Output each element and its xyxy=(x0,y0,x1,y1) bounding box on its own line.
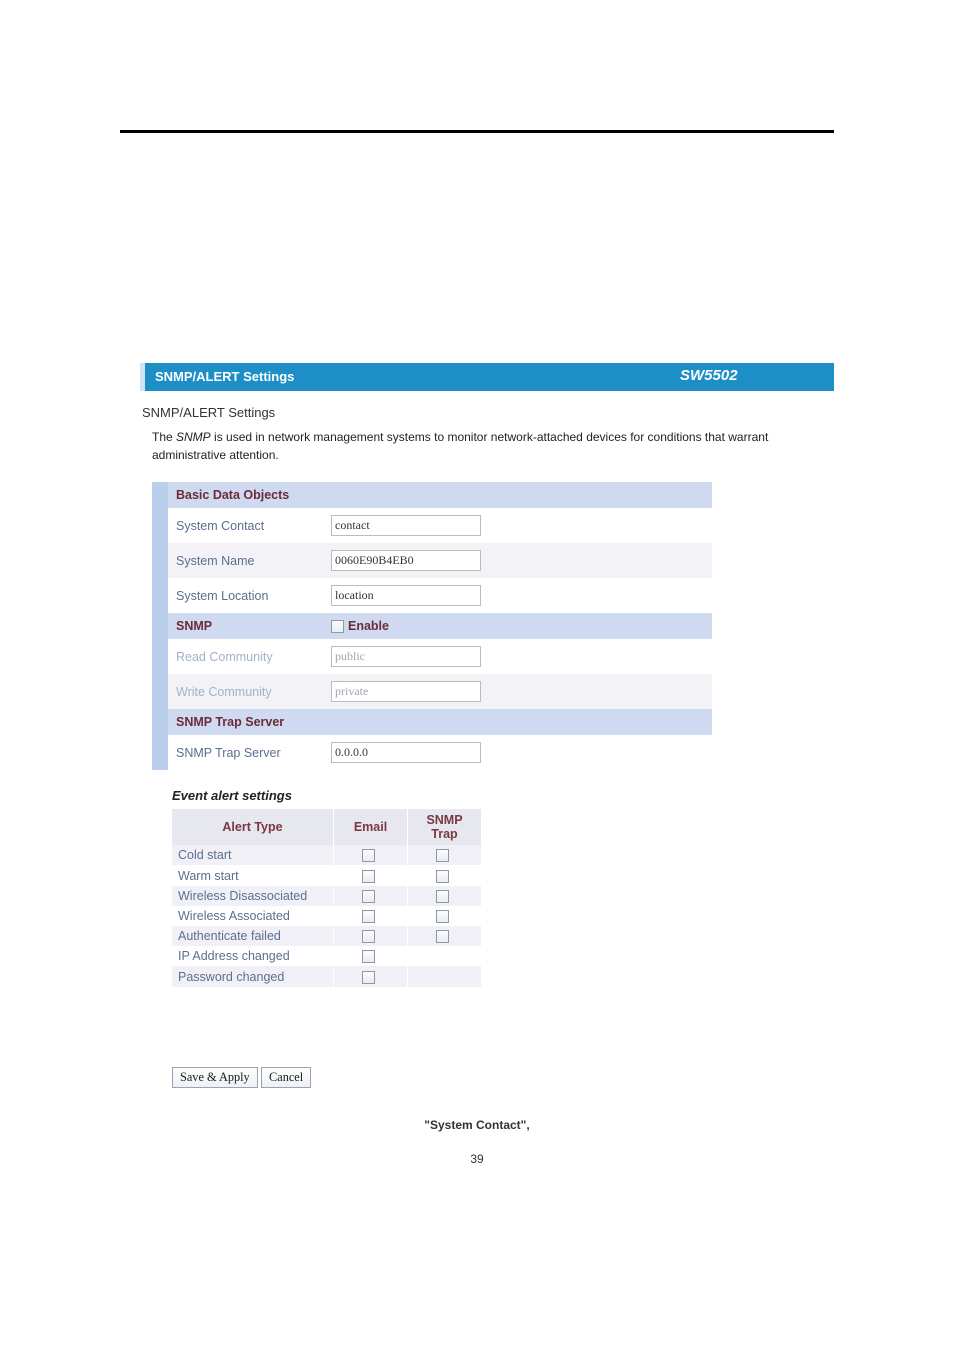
event-alert-table: Alert Type Email SNMP Trap Cold start Wa… xyxy=(172,809,482,986)
read-community-label: Read Community xyxy=(168,639,323,674)
event-row-label: Password changed xyxy=(172,966,334,986)
auth-failed-trap-checkbox[interactable] xyxy=(436,930,449,943)
section-heading: SNMP/ALERT Settings xyxy=(142,405,834,420)
auth-failed-email-checkbox[interactable] xyxy=(362,930,375,943)
save-apply-button[interactable]: Save & Apply xyxy=(172,1067,258,1088)
read-community-input[interactable] xyxy=(331,646,481,667)
wifi-disassoc-trap-checkbox[interactable] xyxy=(436,890,449,903)
trap-server-label: SNMP Trap Server xyxy=(168,735,323,770)
page-title: SNMP/ALERT Settings xyxy=(145,363,634,391)
warm-start-email-checkbox[interactable] xyxy=(362,870,375,883)
col-snmp-trap: SNMP Trap xyxy=(408,809,482,845)
cold-start-trap-checkbox[interactable] xyxy=(436,849,449,862)
snmp-enable-label: Enable xyxy=(348,619,389,633)
snmp-enable-cell: Enable xyxy=(323,613,712,639)
wifi-disassoc-email-checkbox[interactable] xyxy=(362,890,375,903)
basic-header: Basic Data Objects xyxy=(168,482,712,508)
system-name-label: System Name xyxy=(168,543,323,578)
desc-snmp-italic: SNMP xyxy=(176,430,211,444)
page-number: 39 xyxy=(0,1152,954,1166)
footer-bold-text: "System Contact", xyxy=(424,1118,529,1132)
desc-pre: The xyxy=(152,430,176,444)
desc-post: is used in network management systems to… xyxy=(152,430,768,462)
system-contact-label: System Contact xyxy=(168,508,323,543)
event-row-label: Warm start xyxy=(172,865,334,885)
event-row-label: Wireless Associated xyxy=(172,906,334,926)
trap-server-input[interactable] xyxy=(331,742,481,763)
settings-table: Basic Data Objects System Contact System… xyxy=(152,482,712,770)
col-email: Email xyxy=(334,809,408,845)
cancel-button[interactable]: Cancel xyxy=(261,1067,311,1088)
device-model: SW5502 xyxy=(634,363,834,391)
event-row-label: Cold start xyxy=(172,845,334,865)
pw-changed-email-checkbox[interactable] xyxy=(362,971,375,984)
write-community-label: Write Community xyxy=(168,674,323,709)
ip-changed-email-checkbox[interactable] xyxy=(362,950,375,963)
system-location-label: System Location xyxy=(168,578,323,613)
event-row-label: Authenticate failed xyxy=(172,926,334,946)
wifi-assoc-trap-checkbox[interactable] xyxy=(436,910,449,923)
snmp-header: SNMP xyxy=(168,613,323,639)
event-row-label: Wireless Disassociated xyxy=(172,886,334,906)
system-name-input[interactable] xyxy=(331,550,481,571)
snmp-enable-checkbox[interactable] xyxy=(331,620,344,633)
event-settings-heading: Event alert settings xyxy=(172,788,834,803)
system-contact-input[interactable] xyxy=(331,515,481,536)
section-description: The SNMP is used in network management s… xyxy=(152,428,834,464)
write-community-input[interactable] xyxy=(331,681,481,702)
page-title-bar: SNMP/ALERT Settings SW5502 xyxy=(140,363,834,391)
event-row-label: IP Address changed xyxy=(172,946,334,966)
trap-header: SNMP Trap Server xyxy=(168,709,712,735)
warm-start-trap-checkbox[interactable] xyxy=(436,870,449,883)
system-location-input[interactable] xyxy=(331,585,481,606)
wifi-assoc-email-checkbox[interactable] xyxy=(362,910,375,923)
col-alert-type: Alert Type xyxy=(172,809,334,845)
cold-start-email-checkbox[interactable] xyxy=(362,849,375,862)
section-accent xyxy=(152,482,168,508)
